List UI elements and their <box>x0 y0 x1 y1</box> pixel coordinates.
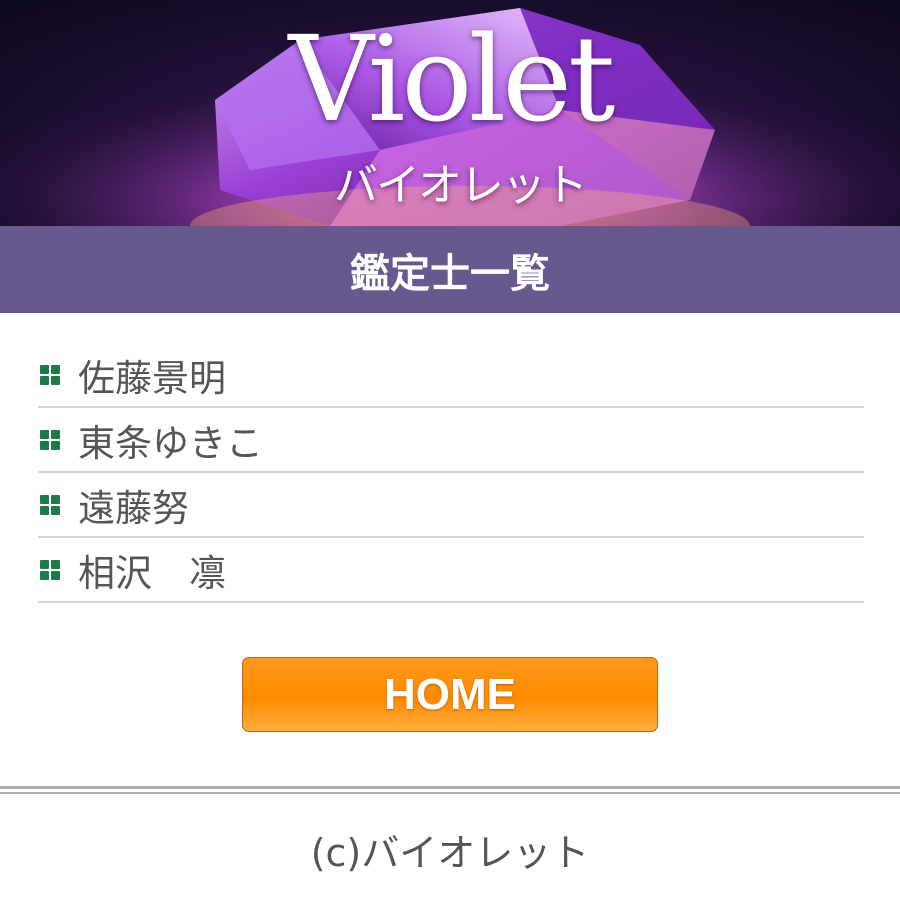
logo-violet-katakana: バイオレット <box>334 160 588 211</box>
grid-bullet-icon <box>40 364 60 385</box>
logo-violet: Violet <box>288 10 616 148</box>
home-button-container: HOME <box>0 657 900 732</box>
fortune-teller-name[interactable]: 東条ゆきこ <box>78 413 263 467</box>
header-banner: Violet バイオレット <box>0 0 900 226</box>
fortune-teller-name[interactable]: 佐藤景明 <box>78 348 226 402</box>
fortune-teller-name[interactable]: 遠藤努 <box>78 478 189 532</box>
list-item[interactable]: 遠藤努 <box>38 473 864 538</box>
fortune-teller-name[interactable]: 相沢 凛 <box>78 543 226 597</box>
footer: (c)バイオレット <box>0 822 900 877</box>
grid-bullet-icon <box>40 559 60 580</box>
fortune-teller-list: 佐藤景明 東条ゆきこ 遠藤努 相沢 凛 <box>38 343 864 603</box>
copyright-text: (c)バイオレット <box>310 831 590 875</box>
page-title: 鑑定士一覧 <box>350 250 550 297</box>
list-item[interactable]: 佐藤景明 <box>38 343 864 408</box>
list-item[interactable]: 相沢 凛 <box>38 538 864 603</box>
footer-divider <box>0 786 900 794</box>
list-item[interactable]: 東条ゆきこ <box>38 408 864 473</box>
grid-bullet-icon <box>40 494 60 515</box>
home-button[interactable]: HOME <box>242 657 658 732</box>
page-title-bar: 鑑定士一覧 <box>0 226 900 313</box>
grid-bullet-icon <box>40 429 60 450</box>
